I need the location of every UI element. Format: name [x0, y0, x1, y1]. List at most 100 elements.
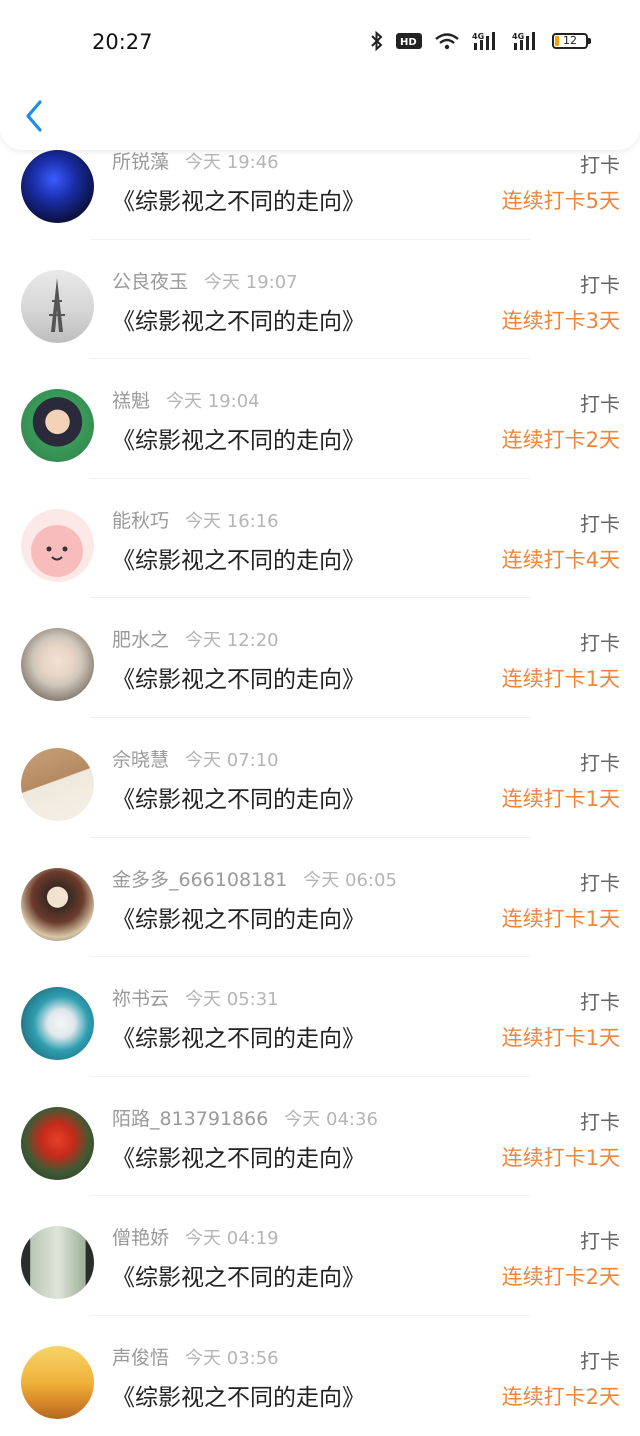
user-name[interactable]: 僧艳娇 — [112, 1227, 169, 1249]
user-name[interactable]: 佘晓慧 — [112, 749, 169, 771]
book-title[interactable]: 《综影视之不同的走向》 — [112, 660, 365, 694]
streak-badge: 连续打卡4天 — [501, 547, 620, 572]
user-name[interactable]: 能秋巧 — [112, 510, 169, 532]
checkin-time: 今天 05:31 — [185, 989, 279, 1011]
book-title[interactable]: 《综影视之不同的走向》 — [112, 1378, 365, 1412]
avatar[interactable] — [21, 389, 94, 463]
checkin-time: 今天 16:16 — [185, 510, 279, 532]
checkin-time: 今天 04:19 — [185, 1228, 279, 1250]
list-item[interactable]: 能秋巧 今天 16:16 《综影视之不同的走向》 打卡 连续打卡4天 — [0, 479, 640, 599]
user-name[interactable]: 肥水之 — [112, 629, 169, 651]
list-item[interactable]: 陌路_813791866 今天 04:36 《综影视之不同的走向》 打卡 连续打卡… — [0, 1077, 640, 1197]
avatar[interactable] — [21, 269, 94, 343]
checkin-time: 今天 12:20 — [185, 630, 279, 652]
streak-badge: 连续打卡2天 — [501, 1384, 620, 1409]
checkin-label: 打卡 — [580, 750, 620, 775]
user-name-row: 禚魁 今天 19:04 — [112, 386, 260, 413]
user-name[interactable]: 祢书云 — [112, 988, 169, 1010]
book-title[interactable]: 《综影视之不同的走向》 — [112, 900, 365, 934]
checkin-time: 今天 19:04 — [166, 391, 260, 413]
checkin-time: 今天 07:10 — [185, 749, 279, 771]
checkin-time: 今天 04:36 — [284, 1108, 378, 1130]
status-icons: HD 4G 4G 12 — [370, 31, 591, 51]
checkin-label: 打卡 — [580, 272, 620, 297]
streak-badge: 连续打卡1天 — [501, 1026, 620, 1051]
user-name-row: 陌路_813791866 今天 04:36 — [112, 1104, 378, 1131]
user-name-row: 金多多_666108181 今天 06:05 — [112, 865, 397, 892]
svg-text:HD: HD — [400, 37, 417, 48]
streak-badge: 连续打卡1天 — [501, 786, 620, 811]
checkin-label: 打卡 — [580, 990, 620, 1015]
checkin-label: 打卡 — [580, 1229, 620, 1254]
streak-badge: 连续打卡1天 — [501, 906, 620, 931]
user-name[interactable]: 金多多_666108181 — [112, 869, 287, 891]
checkin-label: 打卡 — [580, 1348, 620, 1373]
avatar[interactable] — [21, 628, 94, 702]
user-name-row: 声俊悟 今天 03:56 — [112, 1343, 279, 1370]
book-title[interactable]: 《综影视之不同的走向》 — [112, 541, 365, 575]
avatar[interactable] — [21, 747, 94, 821]
streak-badge: 连续打卡5天 — [501, 189, 620, 213]
book-title[interactable]: 《综影视之不同的走向》 — [112, 780, 365, 814]
signal-4g-icon: 4G — [512, 32, 535, 50]
list-item[interactable]: 祢书云 今天 05:31 《综影视之不同的走向》 打卡 连续打卡1天 — [0, 957, 640, 1077]
list-item[interactable]: 佘晓慧 今天 07:10 《综影视之不同的走向》 打卡 连续打卡1天 — [0, 718, 640, 838]
book-title[interactable]: 《综影视之不同的走向》 — [112, 1139, 365, 1173]
streak-badge: 连续打卡1天 — [501, 1145, 620, 1170]
wifi-icon — [435, 33, 459, 50]
signal-4g-icon: 4G — [472, 32, 495, 50]
user-name[interactable]: 陌路_813791866 — [112, 1108, 268, 1130]
list-item[interactable]: 禚魁 今天 19:04 《综影视之不同的走向》 打卡 连续打卡2天 — [0, 359, 640, 479]
user-name[interactable]: 所锐藻 — [112, 151, 169, 173]
chevron-left-icon — [26, 100, 42, 132]
checkin-list: 所锐藻 今天 19:46 《综影视之不同的走向》 打卡 连续打卡5天 公良夜玉 今天… — [0, 120, 640, 1436]
book-title[interactable]: 《综影视之不同的走向》 — [112, 421, 365, 455]
book-title[interactable]: 《综影视之不同的走向》 — [112, 1019, 365, 1053]
list-item[interactable]: 声俊悟 今天 03:56 《综影视之不同的走向》 打卡 连续打卡2天 — [0, 1316, 640, 1436]
streak-badge: 连续打卡2天 — [501, 428, 620, 453]
checkin-label: 打卡 — [580, 392, 620, 417]
pink-cartoon-icon — [31, 524, 83, 577]
checkin-time: 今天 19:46 — [185, 152, 279, 173]
avatar[interactable] — [21, 150, 94, 223]
checkin-time: 今天 03:56 — [185, 1347, 279, 1369]
book-title[interactable]: 《综影视之不同的走向》 — [112, 182, 365, 216]
list-item[interactable]: 肥水之 今天 12:20 《综影视之不同的走向》 打卡 连续打卡1天 — [0, 598, 640, 718]
streak-badge: 连续打卡3天 — [501, 308, 620, 333]
back-button[interactable] — [20, 96, 50, 136]
checkin-time: 今天 19:07 — [204, 271, 298, 293]
avatar[interactable] — [21, 867, 94, 941]
list-item[interactable]: 僧艳娇 今天 04:19 《综影视之不同的走向》 打卡 连续打卡2天 — [0, 1196, 640, 1316]
checkin-time: 今天 06:05 — [303, 869, 397, 891]
book-title[interactable]: 《综影视之不同的走向》 — [112, 302, 365, 336]
avatar[interactable] — [21, 508, 94, 582]
checkin-label: 打卡 — [580, 153, 620, 177]
list-item[interactable]: 公良夜玉 今天 19:07 《综影视之不同的走向》 打卡 连续打卡3天 — [0, 240, 640, 360]
status-time: 20:27 — [92, 30, 153, 54]
battery-level — [555, 36, 559, 46]
bluetooth-icon — [371, 31, 383, 51]
checkin-label: 打卡 — [580, 1109, 620, 1134]
svg-text:4G: 4G — [512, 32, 524, 41]
top-bar: 20:27 HD 4G 4G 12 — [0, 0, 640, 150]
user-name-row: 所锐藻 今天 19:46 — [112, 147, 279, 174]
eiffel-tower-icon — [49, 277, 65, 332]
avatar[interactable] — [21, 1345, 94, 1419]
avatar[interactable] — [21, 987, 94, 1061]
battery-cap — [588, 38, 591, 44]
checkin-label: 打卡 — [580, 631, 620, 656]
streak-badge: 连续打卡1天 — [501, 667, 620, 692]
battery-icon: 12 — [552, 33, 591, 49]
list-item[interactable]: 金多多_666108181 今天 06:05 《综影视之不同的走向》 打卡 连续打… — [0, 838, 640, 958]
checkin-label: 打卡 — [580, 511, 620, 536]
avatar[interactable] — [21, 1106, 94, 1180]
svg-text:4G: 4G — [472, 32, 484, 41]
user-name[interactable]: 禚魁 — [112, 390, 150, 412]
user-name-row: 肥水之 今天 12:20 — [112, 625, 279, 652]
user-name-row: 能秋巧 今天 16:16 — [112, 506, 279, 533]
book-title[interactable]: 《综影视之不同的走向》 — [112, 1258, 365, 1292]
avatar[interactable] — [21, 1226, 94, 1300]
user-name[interactable]: 公良夜玉 — [112, 271, 188, 293]
user-name[interactable]: 声俊悟 — [112, 1347, 169, 1369]
user-name-row: 祢书云 今天 05:31 — [112, 984, 279, 1011]
